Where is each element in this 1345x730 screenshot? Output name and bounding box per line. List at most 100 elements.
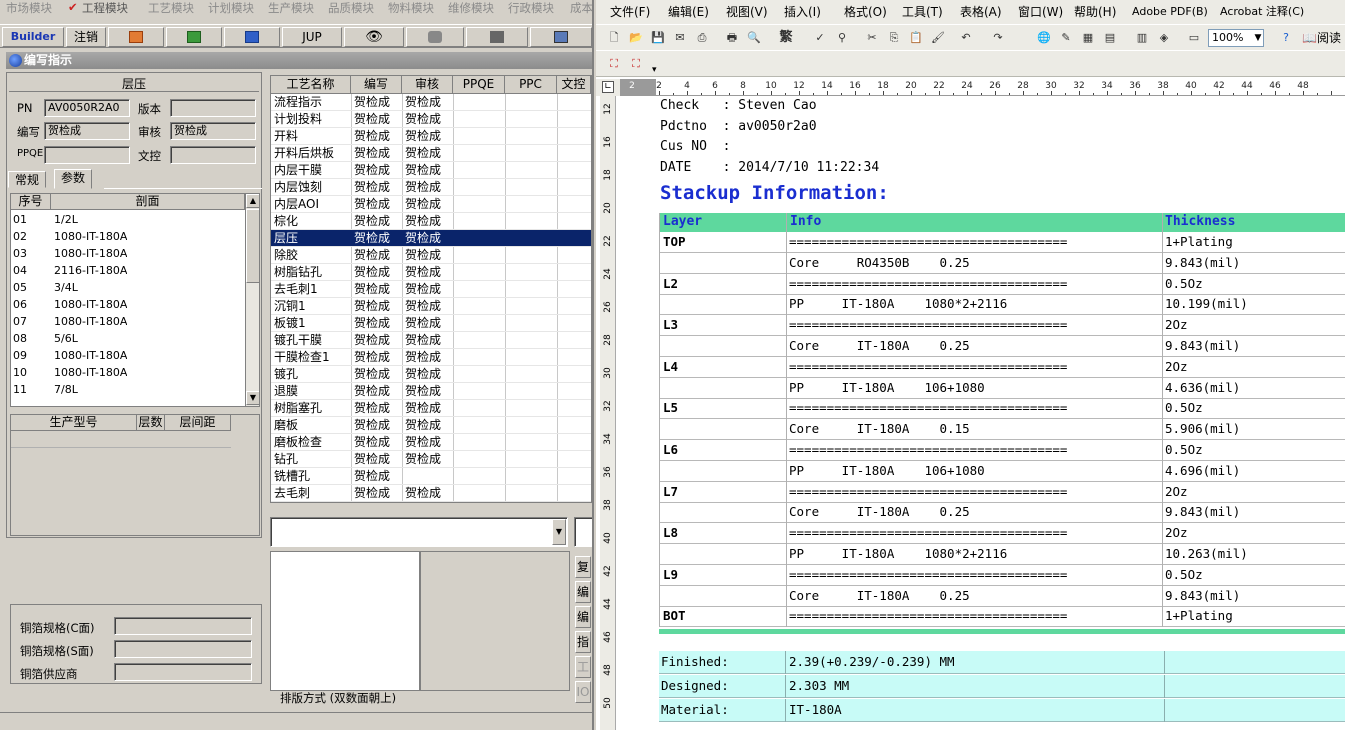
col-header-section[interactable]: 剖面 xyxy=(51,194,245,210)
module-tab-8[interactable]: 维修模块 xyxy=(448,0,494,16)
stackup-row[interactable]: BOT =====================================… xyxy=(659,606,1345,628)
stackup-row[interactable]: PP IT-180A 1080*2+2116 10.199(mil) xyxy=(659,294,1345,316)
horizontal-ruler[interactable]: 2 4 6 8 10 12 14 16 18 20 22 24 26 28 30 32 34 36 38 40 42 44… xyxy=(656,79,1345,96)
module-tab-5[interactable]: 生产模块 xyxy=(268,0,314,16)
doc-map-icon[interactable]: ▭ xyxy=(1186,31,1202,45)
side-button-1[interactable]: 复 xyxy=(575,556,591,578)
process-note-combobox[interactable]: ▼ xyxy=(270,517,568,547)
col-header-6[interactable]: 文控 xyxy=(557,76,591,94)
stackup-row[interactable]: Core IT-180A 0.25 9.843(mil) xyxy=(659,336,1345,357)
copy-icon[interactable]: ⎘ xyxy=(886,31,902,45)
process-row[interactable]: 树脂钻孔 贺检成 贺检成 xyxy=(271,264,591,281)
side-field[interactable] xyxy=(574,517,592,547)
tables-borders-icon[interactable]: ✎ xyxy=(1058,31,1074,45)
process-row[interactable]: 树脂塞孔 贺检成 贺检成 xyxy=(271,400,591,417)
process-row[interactable]: 钻孔 贺检成 贺检成 xyxy=(271,451,591,468)
logout-button[interactable]: 注销 xyxy=(66,27,106,47)
menu-11[interactable]: Acrobat 注释(C) xyxy=(1220,0,1304,24)
process-row[interactable]: 内层蚀刻 贺检成 贺检成 xyxy=(271,179,591,196)
process-row[interactable]: 计划投料 贺检成 贺检成 xyxy=(271,111,591,128)
help-icon[interactable]: ? xyxy=(1278,31,1294,45)
research-icon[interactable]: ⚲ xyxy=(834,31,850,45)
pdf-email-icon[interactable]: ⛶ xyxy=(628,57,644,71)
process-row[interactable]: 镀孔 贺检成 贺检成 xyxy=(271,366,591,383)
database-button[interactable] xyxy=(406,27,464,47)
reviewer-field[interactable]: 贺检成 xyxy=(170,122,256,140)
writer-field[interactable]: 贺检成 xyxy=(44,122,130,140)
copper-s-field[interactable] xyxy=(114,640,252,658)
stackup-row[interactable]: PP IT-180A 106+1080 4.696(mil) xyxy=(659,461,1345,482)
module-tab-9[interactable]: 行政模块 xyxy=(508,0,554,16)
table-row[interactable]: 11 7/8L xyxy=(11,381,245,398)
summary-row[interactable]: Finished: 2.39(+0.239/-0.239) MM xyxy=(659,651,1345,674)
menu-8[interactable]: 窗口(W) xyxy=(1018,0,1063,24)
process-row[interactable]: 板镀1 贺检成 贺检成 xyxy=(271,315,591,332)
section-scrollbar[interactable]: ▲ ▼ xyxy=(245,194,259,406)
stackup-row[interactable]: PP IT-180A 106+1080 4.636(mil) xyxy=(659,378,1345,399)
stackup-row[interactable]: L6 ===================================== 0… xyxy=(659,440,1345,461)
network-button[interactable] xyxy=(466,27,528,47)
side-button-3[interactable]: 编 xyxy=(575,606,591,628)
document-page[interactable]: Check : Steven Cao Pdctno : av0050r2a0 C… xyxy=(618,96,1345,730)
format-painter-icon[interactable]: 🖌 xyxy=(930,31,946,45)
module-tab-4[interactable]: 计划模块 xyxy=(208,0,254,16)
col-header-layers[interactable]: 层数 xyxy=(137,415,165,431)
col-header-3[interactable]: 审核 xyxy=(402,76,453,94)
drawing-icon[interactable]: ◈ xyxy=(1156,31,1172,45)
process-row[interactable]: 退膜 贺检成 贺检成 xyxy=(271,383,591,400)
stackup-row[interactable]: TOP =====================================… xyxy=(659,232,1345,253)
permission-icon[interactable]: ✉ xyxy=(672,31,688,45)
table-row[interactable]: 09 1080-IT-180A xyxy=(11,347,245,364)
menu-6[interactable]: 工具(T) xyxy=(902,0,943,24)
undo-icon[interactable]: ↶ xyxy=(958,31,974,45)
process-row[interactable]: 磨板 贺检成 贺检成 xyxy=(271,417,591,434)
menu-9[interactable]: 帮助(H) xyxy=(1074,0,1116,24)
chevron-down-icon[interactable]: ▼ xyxy=(1253,30,1263,46)
stackup-row[interactable]: L5 ===================================== 0… xyxy=(659,398,1345,420)
window-titlebar[interactable]: 编写指示 xyxy=(6,52,592,69)
process-row[interactable]: 去毛刺1 贺检成 贺检成 xyxy=(271,281,591,298)
vertical-ruler[interactable]: 12 16 18 20 22 24 26 28 30 32 34 36 38 40 42 44 46 48 50 xyxy=(600,96,616,730)
scroll-down-button[interactable]: ▼ xyxy=(246,391,259,405)
module-tab-1[interactable]: 市场模块 xyxy=(6,0,52,16)
stackup-row[interactable]: L8 ===================================== 2… xyxy=(659,523,1345,545)
process-row[interactable]: 去毛刺 贺检成 贺检成 xyxy=(271,485,591,502)
doc-control-field[interactable] xyxy=(170,146,256,164)
process-row[interactable]: 干膜检查1 贺检成 贺检成 xyxy=(271,349,591,366)
excel-button[interactable] xyxy=(166,27,222,47)
columns-icon[interactable]: ▥ xyxy=(1134,31,1150,45)
table-row[interactable]: 02 1080-IT-180A xyxy=(11,228,245,245)
process-row[interactable]: 内层AOI 贺检成 贺检成 xyxy=(271,196,591,213)
menu-3[interactable]: 视图(V) xyxy=(726,0,768,24)
spelling-icon[interactable]: ✓ xyxy=(812,31,828,45)
process-row[interactable]: 内层干膜 贺检成 贺检成 xyxy=(271,162,591,179)
toolbar-options-icon[interactable]: ▾ xyxy=(652,65,657,75)
stackup-row[interactable]: L9 ===================================== 0… xyxy=(659,565,1345,586)
summary-row[interactable]: Designed: 2.303 MM xyxy=(659,675,1345,698)
powerpoint-button[interactable] xyxy=(108,27,164,47)
process-row[interactable]: 棕化 贺检成 贺检成 xyxy=(271,213,591,230)
word-button[interactable] xyxy=(224,27,280,47)
process-row[interactable]: 开料 贺检成 贺检成 xyxy=(271,128,591,145)
table-row[interactable]: 07 1080-IT-180A xyxy=(11,313,245,330)
col-header-spacing[interactable]: 层间距 xyxy=(165,415,231,431)
tab-stop-selector[interactable]: ∟ xyxy=(602,81,614,93)
stackup-row[interactable]: L7 ===================================== 2… xyxy=(659,482,1345,503)
table-row[interactable]: 05 3/4L xyxy=(11,279,245,296)
menu-2[interactable]: 编辑(E) xyxy=(668,0,709,24)
print-icon[interactable]: 🖶 xyxy=(724,31,740,45)
module-tab-3[interactable]: 工艺模块 xyxy=(148,0,194,16)
menu-7[interactable]: 表格(A) xyxy=(960,0,1002,24)
stackup-row[interactable]: PP IT-180A 1080*2+2116 10.263(mil) xyxy=(659,544,1345,565)
traditional-chinese-button[interactable]: 繁 xyxy=(776,31,796,45)
chevron-down-icon[interactable]: ▼ xyxy=(552,519,566,545)
col-header-index[interactable]: 序号 xyxy=(11,194,51,210)
process-row[interactable]: 磨板检查 贺检成 贺检成 xyxy=(271,434,591,451)
col-header-1[interactable]: 工艺名称 xyxy=(271,76,351,94)
tab-params[interactable]: 参数 xyxy=(54,169,93,189)
stackup-row[interactable]: L3 ===================================== 2… xyxy=(659,315,1345,337)
tab-general[interactable]: 常规 xyxy=(8,171,47,188)
table-row[interactable]: 03 1080-IT-180A xyxy=(11,245,245,262)
paste-icon[interactable]: 📋 xyxy=(908,31,924,45)
module-tab-6[interactable]: 品质模块 xyxy=(328,0,374,16)
